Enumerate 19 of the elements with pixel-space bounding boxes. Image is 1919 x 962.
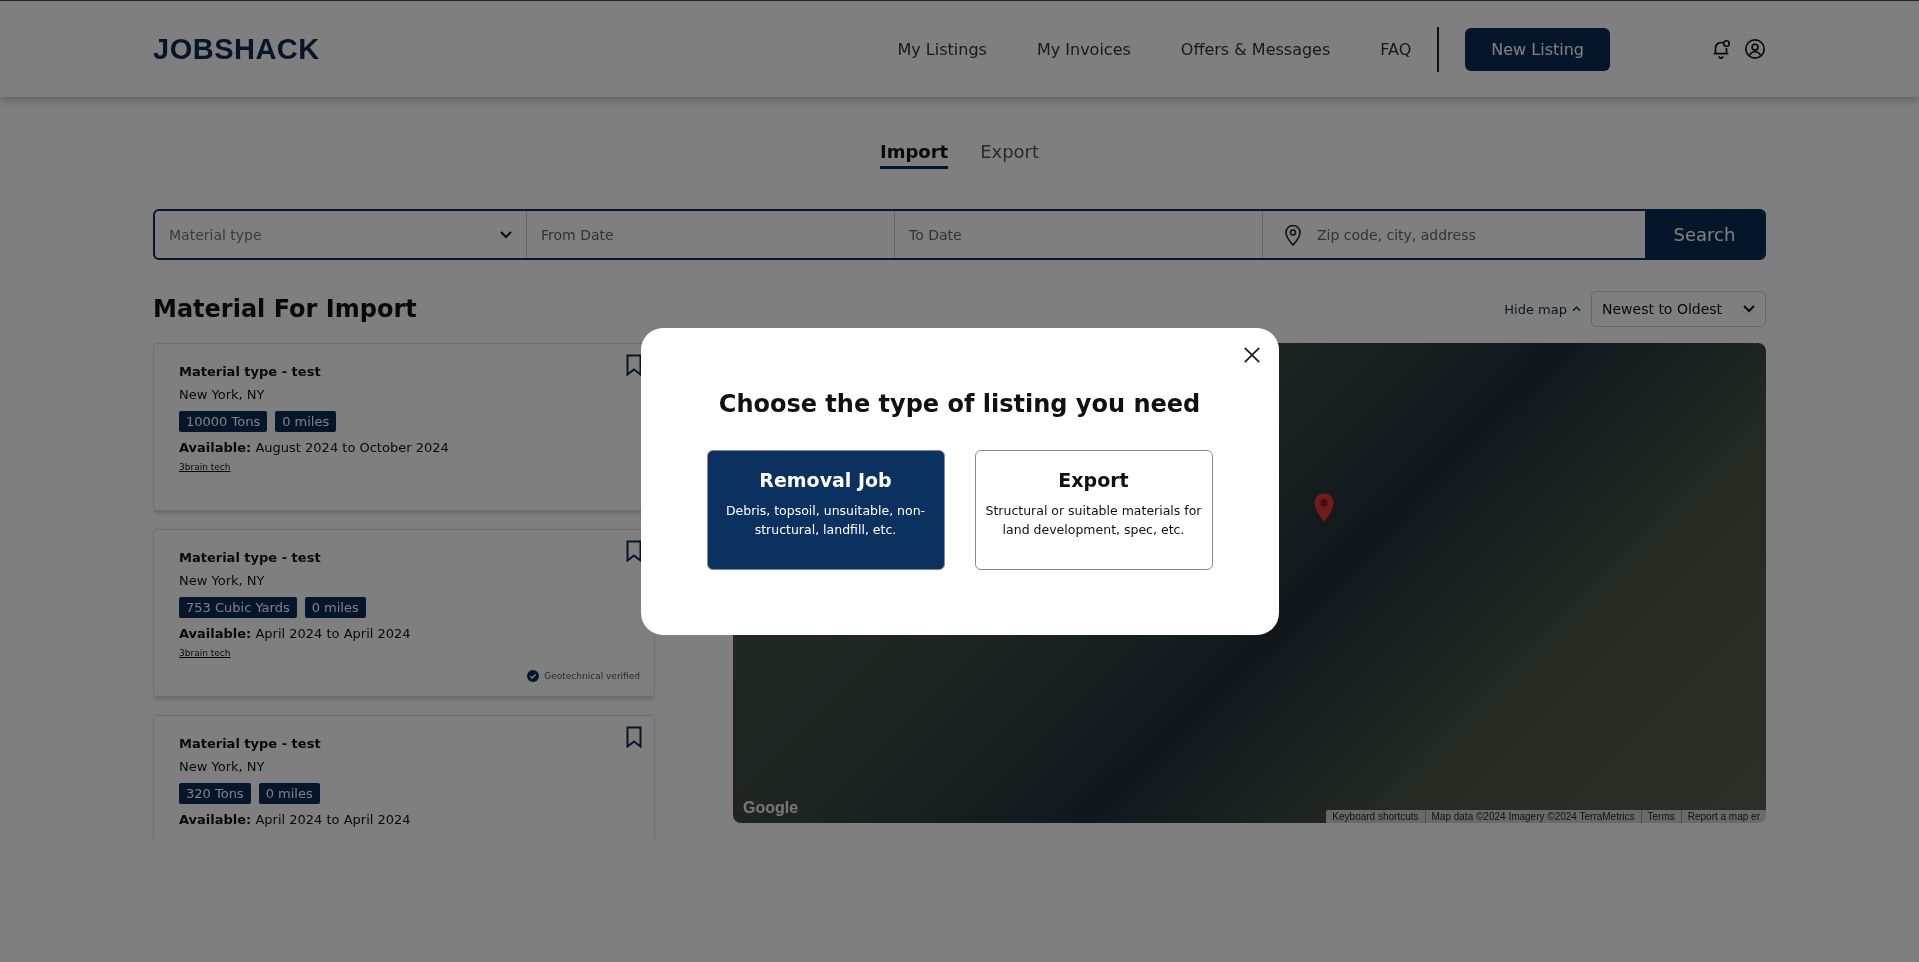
listing-tag: 0 miles (304, 597, 366, 618)
listing-tag: 320 Tons (179, 783, 251, 804)
listing-title: Material type - test (179, 736, 322, 751)
availability-text: Available: August 2024 to October 2024 (179, 440, 450, 455)
listing-title: Material type - test (179, 550, 322, 565)
section-title: Material For Import (153, 295, 417, 323)
listing-tag: 0 miles (258, 783, 320, 804)
listing-tag: 0 miles (275, 411, 337, 432)
dialog-title: Choose the type of listing you need (717, 390, 1202, 418)
listing-location: New York, NY (179, 759, 266, 774)
availability-text: Available: April 2024 to April 2024 (179, 626, 412, 641)
listing-tag: 10000 Tons (179, 411, 268, 432)
availability-text: Available: April 2024 to April 2024 (179, 812, 412, 827)
listing-tag: 753 Cubic Yards (179, 597, 297, 618)
listing-title: Material type - test (179, 364, 322, 379)
listing-location: New York, NY (179, 573, 266, 588)
listing-location: New York, NY (179, 387, 266, 402)
verified-label: Geotechnical verified (544, 671, 640, 681)
map-logo: Google (743, 799, 799, 817)
